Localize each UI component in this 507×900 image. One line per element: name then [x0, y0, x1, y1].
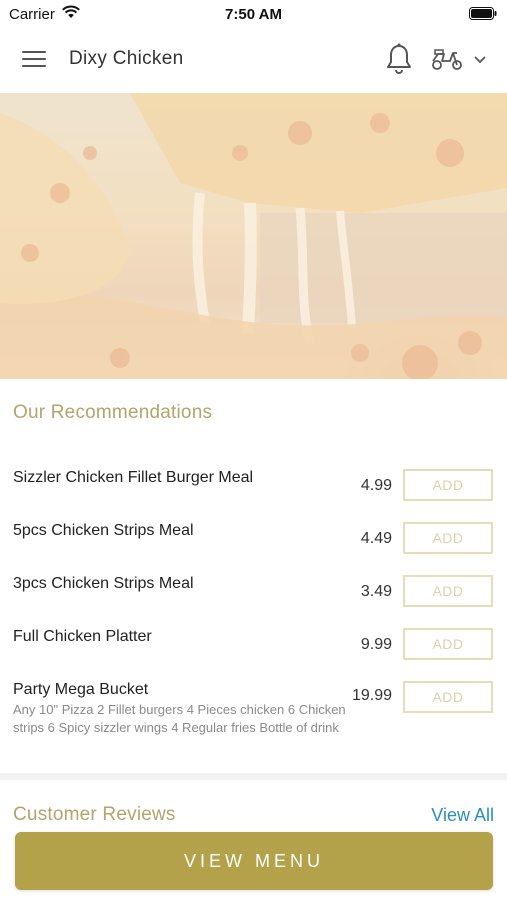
add-button[interactable]: ADD	[403, 469, 493, 501]
item-price: 4.49	[360, 530, 392, 547]
item-name: Full Chicken Platter	[13, 628, 152, 645]
section-divider	[0, 773, 507, 780]
app-header: Dixy Chicken	[0, 28, 507, 92]
menu-icon[interactable]	[22, 48, 48, 70]
item-name: 5pcs Chicken Strips Meal	[13, 522, 194, 539]
item-name: 3pcs Chicken Strips Meal	[13, 575, 194, 592]
add-button[interactable]: ADD	[403, 628, 493, 660]
add-button[interactable]: ADD	[403, 522, 493, 554]
view-menu-button[interactable]: VIEW MENU	[15, 832, 493, 890]
page-title: Dixy Chicken	[69, 48, 184, 69]
hero-image	[0, 93, 507, 379]
chevron-down-icon[interactable]	[472, 52, 488, 66]
item-price: 4.99	[360, 477, 392, 494]
scooter-icon[interactable]	[430, 48, 464, 72]
recommendations-title: Our Recommendations	[13, 402, 213, 423]
clock: 7:50 AM	[225, 6, 282, 23]
add-button[interactable]: ADD	[403, 681, 493, 713]
item-price: 19.99	[351, 687, 392, 704]
battery-icon	[469, 7, 497, 25]
view-all-link[interactable]: View All	[431, 805, 494, 826]
item-name: Sizzler Chicken Fillet Burger Meal	[13, 469, 254, 486]
status-bar: Carrier 7:50 AM	[0, 0, 507, 28]
item-price: 9.99	[360, 636, 392, 653]
item-description: Any 10" Pizza 2 Fillet burgers 4 Pieces …	[13, 702, 346, 735]
add-button[interactable]: ADD	[403, 575, 493, 607]
bell-icon[interactable]	[385, 43, 413, 75]
reviews-title: Customer Reviews	[13, 804, 176, 825]
item-name: Party Mega Bucket	[13, 681, 149, 698]
item-price: 3.49	[360, 583, 392, 600]
